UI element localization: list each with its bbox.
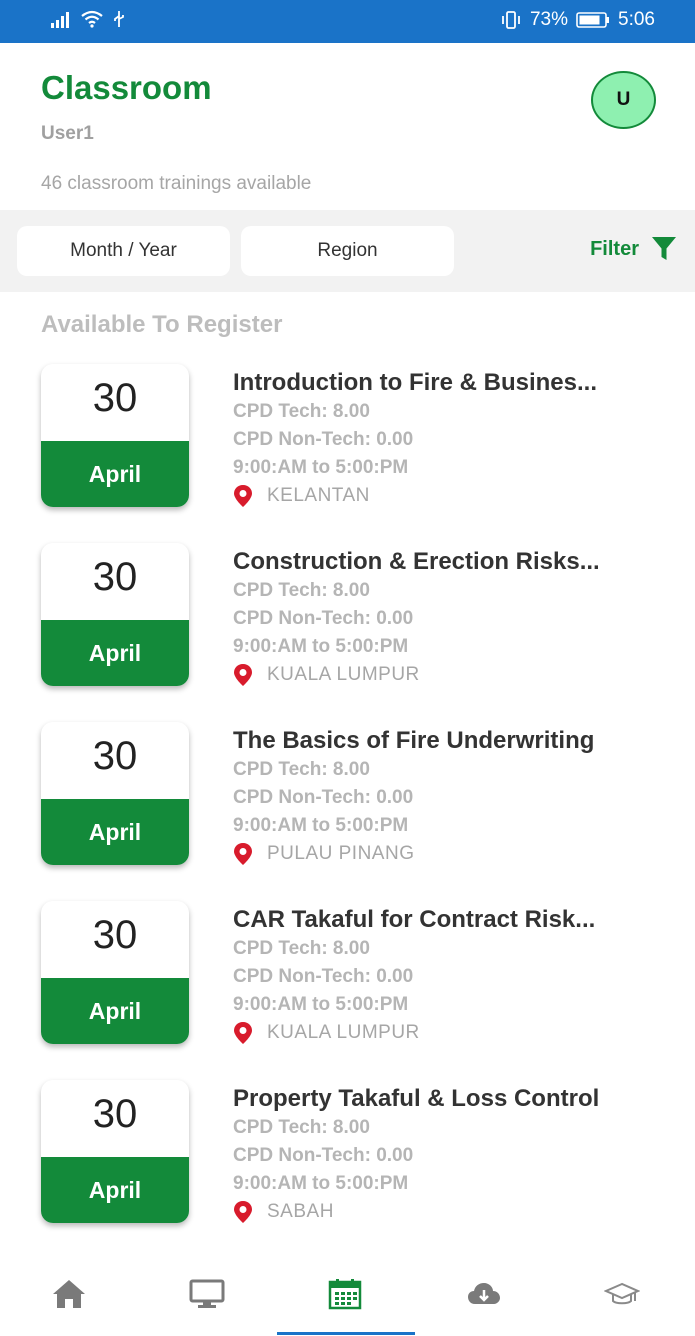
training-card[interactable]: 30 April The Basics of Fire Underwriting… (0, 722, 695, 872)
date-badge: 30 April (41, 543, 189, 686)
page-header: Classroom User1 46 classroom trainings a… (0, 43, 695, 210)
training-time: 9:00:AM to 5:00:PM (233, 636, 409, 657)
funnel-icon (652, 237, 676, 260)
nav-elearning[interactable] (177, 1274, 237, 1314)
vibrate-icon (502, 11, 520, 29)
cpd-tech: CPD Tech: 8.00 (233, 938, 370, 959)
location-text: PULAU PINANG (267, 843, 415, 864)
page-title: Classroom (41, 69, 212, 106)
training-card[interactable]: 30 April Property Takaful & Loss Control… (0, 1080, 695, 1230)
training-title: Introduction to Fire & Busines... (233, 369, 598, 396)
training-location: SABAH (233, 1198, 663, 1226)
home-icon (53, 1280, 85, 1308)
cpd-nontech: CPD Non-Tech: 0.00 (233, 608, 414, 629)
usb-icon (114, 11, 124, 27)
training-location: KUALA LUMPUR (233, 1019, 663, 1047)
location-pin-icon (234, 843, 252, 865)
date-month: April (41, 978, 189, 1044)
user-name: User1 (41, 123, 94, 144)
avatar[interactable]: U (591, 71, 656, 129)
date-month: April (41, 441, 189, 507)
training-count: 46 classroom trainings available (41, 173, 312, 194)
date-badge: 30 April (41, 722, 189, 865)
date-badge: 30 April (41, 1080, 189, 1223)
training-location: KUALA LUMPUR (233, 661, 663, 689)
training-title: The Basics of Fire Underwriting (233, 727, 595, 754)
training-title: CAR Takaful for Contract Risk... (233, 906, 596, 933)
monitor-icon (189, 1279, 225, 1308)
bottom-nav (0, 1254, 695, 1336)
nav-downloads[interactable] (454, 1274, 514, 1314)
section-title: Available To Register (41, 311, 283, 338)
date-badge: 30 April (41, 901, 189, 1044)
date-day: 30 (92, 1092, 138, 1136)
cpd-nontech: CPD Non-Tech: 0.00 (233, 787, 414, 808)
cpd-nontech: CPD Non-Tech: 0.00 (233, 429, 414, 450)
training-info: Construction & Erection Risks... CPD Tec… (233, 547, 663, 689)
training-location: KELANTAN (233, 482, 663, 510)
cpd-tech: CPD Tech: 8.00 (233, 759, 370, 780)
training-card[interactable]: 30 April CAR Takaful for Contract Risk..… (0, 901, 695, 1051)
location-text: KUALA LUMPUR (267, 1022, 420, 1043)
active-tab-indicator (277, 1332, 415, 1335)
cpd-nontech: CPD Non-Tech: 0.00 (233, 966, 414, 987)
date-month: April (41, 1157, 189, 1223)
status-icons-left (50, 10, 126, 28)
training-info: The Basics of Fire Underwriting CPD Tech… (233, 726, 663, 868)
date-day: 30 (92, 913, 138, 957)
cpd-tech: CPD Tech: 8.00 (233, 580, 370, 601)
location-pin-icon (234, 485, 252, 507)
training-card[interactable]: 30 April Construction & Erection Risks..… (0, 543, 695, 693)
date-day: 30 (92, 376, 138, 420)
training-time: 9:00:AM to 5:00:PM (233, 994, 409, 1015)
date-month: April (41, 620, 189, 686)
filter-bar: Month / Year Region Filter (0, 210, 695, 292)
status-icons-right: 73% 5:06 (500, 9, 655, 31)
location-pin-icon (234, 1022, 252, 1044)
battery-percent: 73% (529, 9, 569, 30)
graduation-cap-icon (604, 1282, 640, 1305)
date-badge: 30 April (41, 364, 189, 507)
training-time: 9:00:AM to 5:00:PM (233, 457, 409, 478)
battery-icon (576, 12, 610, 28)
date-month: April (41, 799, 189, 865)
filter-label: Filter (590, 237, 639, 260)
training-info: Property Takaful & Loss Control CPD Tech… (233, 1084, 663, 1226)
training-time: 9:00:AM to 5:00:PM (233, 1173, 409, 1194)
month-year-selector[interactable]: Month / Year (17, 226, 230, 276)
region-selector[interactable]: Region (241, 226, 454, 276)
location-pin-icon (234, 664, 252, 686)
training-card[interactable]: 30 April Introduction to Fire & Busines.… (0, 364, 695, 514)
filter-button[interactable]: Filter (590, 236, 677, 262)
cpd-tech: CPD Tech: 8.00 (233, 401, 370, 422)
training-time: 9:00:AM to 5:00:PM (233, 815, 409, 836)
nav-profile[interactable] (592, 1274, 652, 1314)
date-day: 30 (92, 555, 138, 599)
location-pin-icon (234, 1201, 252, 1223)
date-day: 30 (92, 734, 138, 778)
status-bar: 73% 5:06 (0, 0, 695, 43)
nav-classroom[interactable] (315, 1274, 375, 1314)
training-info: Introduction to Fire & Busines... CPD Te… (233, 368, 663, 510)
training-info: CAR Takaful for Contract Risk... CPD Tec… (233, 905, 663, 1047)
location-text: SABAH (267, 1201, 334, 1222)
clock: 5:06 (618, 9, 655, 30)
training-title: Property Takaful & Loss Control (233, 1085, 600, 1112)
cpd-nontech: CPD Non-Tech: 0.00 (233, 1145, 414, 1166)
signal-icon (51, 12, 69, 28)
wifi-icon (81, 10, 103, 28)
location-text: KUALA LUMPUR (267, 664, 420, 685)
nav-home[interactable] (39, 1274, 99, 1314)
cloud-download-icon (468, 1283, 500, 1304)
training-location: PULAU PINANG (233, 840, 663, 868)
cpd-tech: CPD Tech: 8.00 (233, 1117, 370, 1138)
training-title: Construction & Erection Risks... (233, 548, 600, 575)
location-text: KELANTAN (267, 485, 370, 506)
calendar-icon (328, 1279, 362, 1310)
